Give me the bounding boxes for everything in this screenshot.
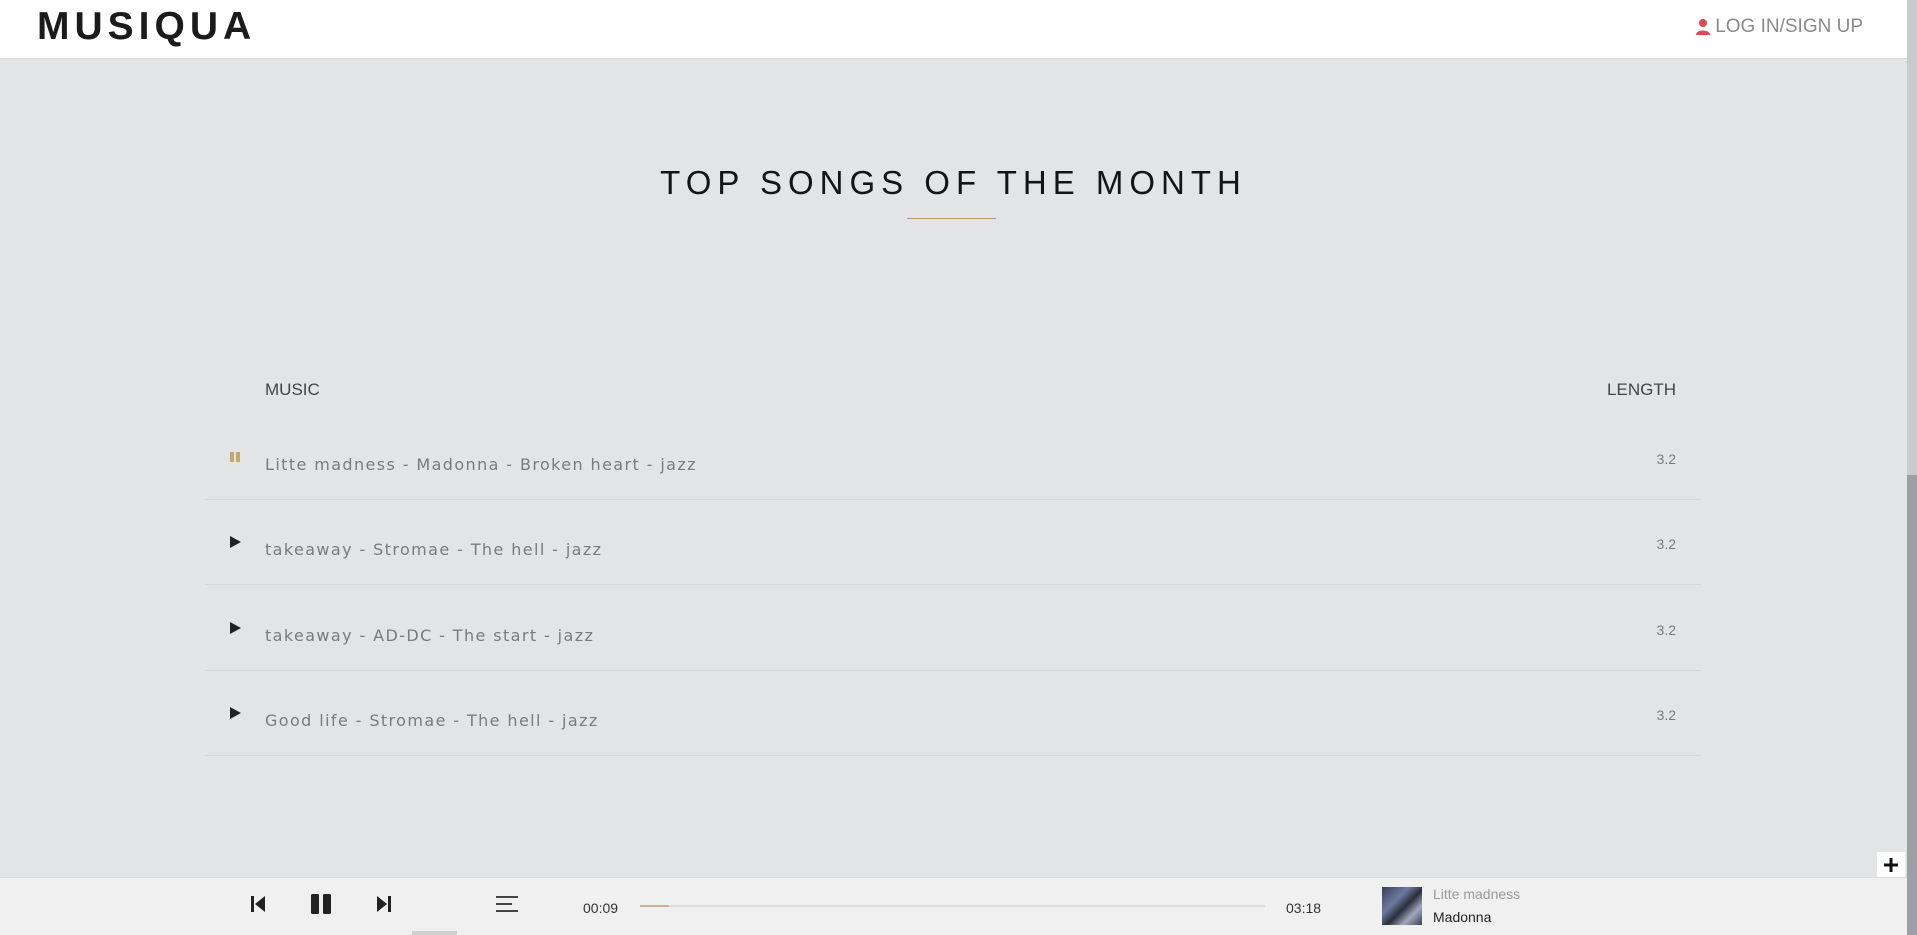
song-title: Litte madness - Madonna - Broken heart -… bbox=[265, 455, 697, 474]
song-row[interactable]: Good life - Stromae - The hell - jazz 3.… bbox=[205, 671, 1701, 756]
top-header: MUSIQUA LOG IN/SIGN UP bbox=[0, 0, 1907, 59]
player-tab-indicator bbox=[412, 931, 457, 935]
previous-button[interactable] bbox=[248, 892, 268, 916]
page-scrollbar[interactable] bbox=[1907, 0, 1917, 935]
skip-previous-icon bbox=[251, 896, 265, 912]
title-divider bbox=[907, 218, 996, 219]
now-playing-artist: Madonna bbox=[1433, 909, 1492, 925]
login-label: LOG IN/SIGN UP bbox=[1715, 16, 1863, 37]
section-title: TOP SONGS OF THE MONTH bbox=[660, 164, 1247, 201]
progress-bar[interactable] bbox=[640, 905, 1265, 907]
column-header-music: MUSIC bbox=[265, 380, 320, 399]
song-length: 3.2 bbox=[1656, 707, 1676, 723]
audio-player-bar: 00:09 03:18 Litte madness Madonna bbox=[0, 877, 1907, 935]
song-title: Good life - Stromae - The hell - jazz bbox=[265, 711, 599, 730]
playlist-icon bbox=[496, 896, 518, 912]
play-icon[interactable] bbox=[227, 705, 243, 721]
user-icon bbox=[1696, 19, 1711, 35]
next-button[interactable] bbox=[374, 892, 394, 916]
now-playing-title: Litte madness bbox=[1433, 886, 1521, 902]
skip-next-icon bbox=[377, 896, 391, 912]
song-title: takeaway - Stromae - The hell - jazz bbox=[265, 540, 603, 559]
login-signup-link[interactable]: LOG IN/SIGN UP bbox=[1695, 16, 1863, 38]
total-time: 03:18 bbox=[1286, 900, 1322, 916]
play-icon[interactable] bbox=[227, 534, 243, 550]
playlist-button[interactable] bbox=[494, 892, 520, 916]
song-row[interactable]: Litte madness - Madonna - Broken heart -… bbox=[205, 415, 1701, 500]
song-length: 3.2 bbox=[1656, 451, 1676, 467]
current-time: 00:09 bbox=[583, 900, 619, 916]
plus-icon bbox=[1884, 858, 1898, 872]
play-icon[interactable] bbox=[227, 620, 243, 636]
song-row[interactable]: takeaway - Stromae - The hell - jazz 3.2 bbox=[205, 500, 1701, 585]
progress-fill bbox=[640, 905, 670, 907]
song-row[interactable]: takeaway - AD-DC - The start - jazz 3.2 bbox=[205, 586, 1701, 671]
zoom-in-button[interactable] bbox=[1877, 852, 1905, 878]
scrollbar-thumb[interactable] bbox=[1907, 475, 1917, 935]
song-length: 3.2 bbox=[1656, 536, 1676, 552]
pause-button[interactable] bbox=[307, 890, 335, 918]
column-header-length: LENGTH bbox=[1607, 380, 1676, 399]
pause-icon[interactable] bbox=[227, 449, 243, 465]
album-cover bbox=[1382, 887, 1422, 925]
song-title: takeaway - AD-DC - The start - jazz bbox=[265, 626, 595, 645]
song-length: 3.2 bbox=[1656, 622, 1676, 638]
logo[interactable]: MUSIQUA bbox=[37, 5, 256, 49]
pause-icon bbox=[311, 894, 331, 914]
